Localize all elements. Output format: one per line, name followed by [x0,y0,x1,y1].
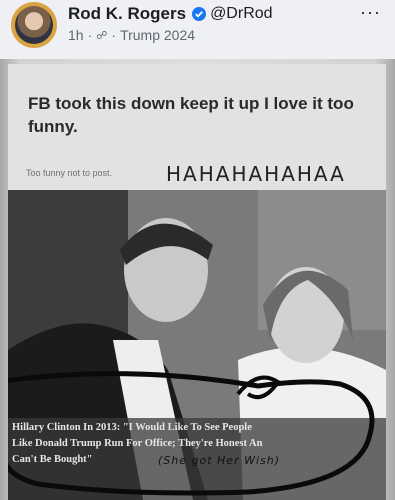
post-image[interactable]: FB took this down keep it up I love it t… [0,59,395,500]
author-handle[interactable]: @DrRod [210,5,272,23]
meta-separator: · [111,27,117,43]
author-row: Rod K. Rogers @DrRod [68,4,273,24]
group-icon: ☍ [96,29,108,42]
author-name[interactable]: Rod K. Rogers [68,4,186,24]
more-icon[interactable]: ··· [360,2,381,23]
post-time[interactable]: 1h [68,27,84,43]
image-clipping: FB took this down keep it up I love it t… [8,64,386,500]
verified-badge-icon [192,7,207,21]
meta-separator: · [87,27,93,43]
avatar[interactable] [11,2,57,48]
post-header: Rod K. Rogers @DrRod 1h · ☍ · Trump 2024… [0,0,395,50]
group-name[interactable]: Trump 2024 [120,27,195,43]
post-meta: 1h · ☍ · Trump 2024 [68,27,195,43]
avatar-photo [15,6,53,44]
marker-scribble [8,371,375,496]
